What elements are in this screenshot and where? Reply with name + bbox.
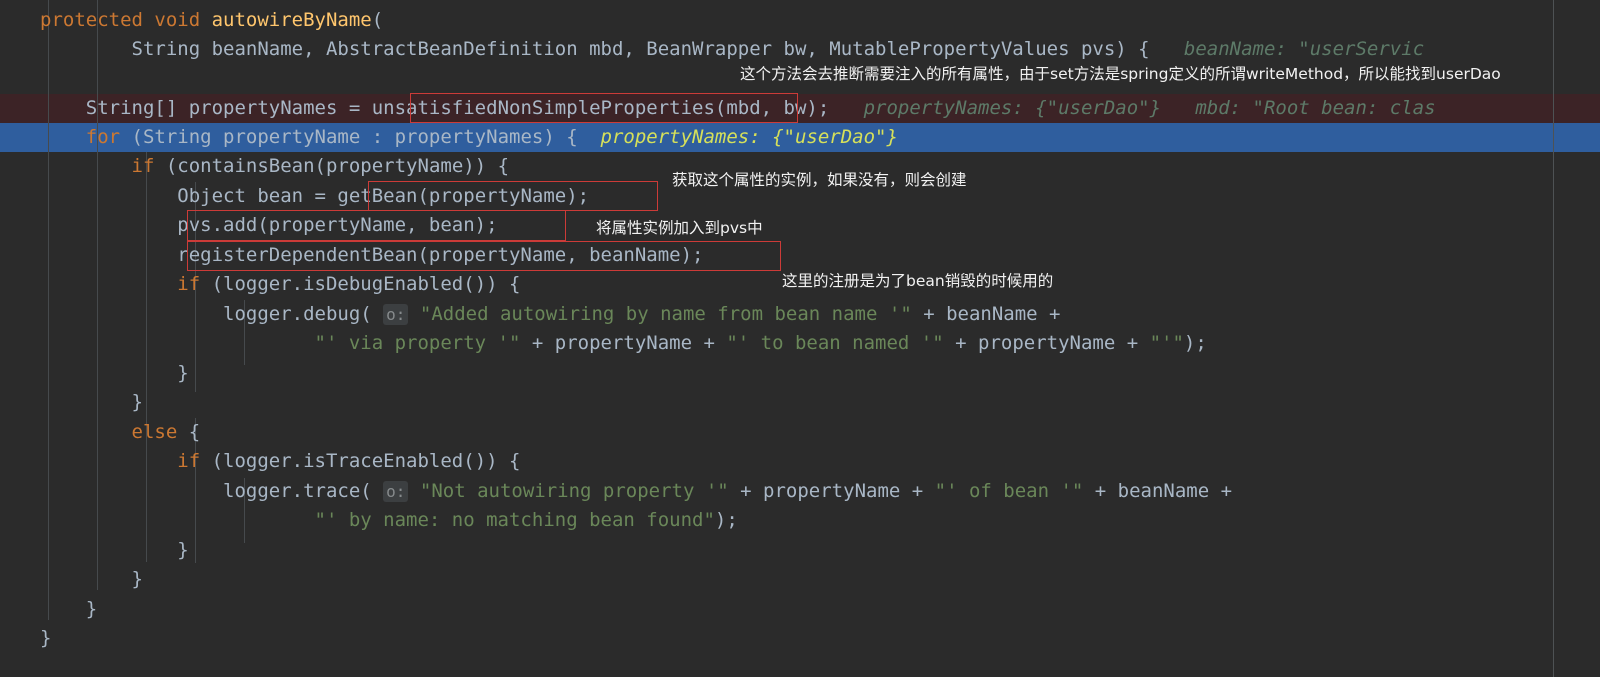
token-string: "' by name: no matching bean found" (40, 509, 715, 531)
code-line-5[interactable]: if (containsBean(propertyName)) { (40, 152, 510, 181)
token-close-brace: } (40, 627, 52, 649)
token-concat: + propertyName + (728, 480, 935, 502)
token-close-brace: } (40, 539, 189, 561)
debugger-inline-hint: propertyNames: {"userDao"} mbd: "Root be… (829, 97, 1436, 119)
code-line-19[interactable]: } (40, 565, 143, 594)
token-for-header: (String propertyName : propertyNames) { (131, 126, 578, 148)
debugger-inline-hint: beanName: "userServic (1149, 38, 1425, 60)
token-logger-trace: logger.trace( (40, 480, 384, 502)
token-condition: (logger.isDebugEnabled()) { (211, 273, 521, 295)
token-concat: + beanName + (911, 303, 1061, 325)
annotation-text-3: 将属性实例加入到pvs中 (596, 219, 763, 237)
code-line-17[interactable]: "' by name: no matching bean found"); (40, 506, 738, 535)
code-line-11[interactable]: "' via property '" + propertyName + "' t… (40, 329, 1207, 358)
token-string: "Added autowiring by name from bean name… (408, 303, 912, 325)
token-keyword-if: if (40, 155, 166, 177)
token-keyword: protected (40, 9, 143, 31)
code-line-6[interactable]: Object bean = getBean(propertyName); (40, 182, 589, 211)
token-pvs-add-call: pvs.add(propertyName, bean); (40, 214, 498, 236)
code-line-20[interactable]: } (40, 595, 97, 624)
token-keyword-if: if (40, 450, 212, 472)
token-logger-debug: logger.debug( (40, 303, 384, 325)
token-close-brace: } (40, 568, 143, 590)
token-close-brace: } (40, 362, 189, 384)
code-line-8[interactable]: registerDependentBean(propertyName, bean… (40, 241, 703, 270)
token-open-brace: { (188, 421, 201, 443)
right-margin-ruler (1553, 0, 1554, 677)
code-line-18[interactable]: } (40, 536, 189, 565)
code-line-14[interactable]: else { (40, 418, 201, 447)
token-getbean-call: getBean(propertyName); (337, 185, 590, 207)
token-string: "' to bean named '" (726, 332, 944, 354)
token-condition: (containsBean(propertyName)) { (165, 155, 510, 177)
annotation-text-1: 这个方法会去推断需要注入的所有属性，由于set方法是spring定义的所谓wri… (740, 65, 1501, 83)
code-line-3[interactable]: String[] propertyNames = unsatisfiedNonS… (40, 94, 1436, 123)
annotation-text-4: 这里的注册是为了bean销毁的时候用的 (782, 272, 1054, 290)
code-line-13[interactable]: } (40, 388, 143, 417)
token-decl: String[] propertyNames = (40, 97, 372, 119)
code-line-2[interactable]: String beanName, AbstractBeanDefinition … (40, 35, 1425, 64)
token-string: "' via property '" (40, 332, 521, 354)
code-line-16[interactable]: logger.trace( o: "Not autowiring propert… (40, 477, 1232, 506)
token-condition: (logger.isTraceEnabled()) { (211, 450, 521, 472)
code-line-1[interactable]: protected void autowireByName( (40, 6, 383, 35)
code-line-4[interactable]: for (String propertyName : propertyNames… (40, 123, 898, 152)
token-keyword-if: if (40, 273, 212, 295)
token-string: "'" (1149, 332, 1184, 354)
token-params: String beanName, AbstractBeanDefinition … (40, 38, 1150, 60)
token-decl: Object bean = (40, 185, 338, 207)
token-string: "Not autowiring property '" (408, 480, 729, 502)
code-line-10[interactable]: logger.debug( o: "Added autowiring by na… (40, 300, 1060, 329)
token-register-dependent-bean-call: registerDependentBean(propertyName, bean… (40, 244, 704, 266)
token-concat: + propertyName + (520, 332, 727, 354)
token-method-name: autowireByName (211, 9, 372, 31)
annotation-text-2: 获取这个属性的实例，如果没有，则会创建 (672, 171, 967, 189)
token-punct: ); (1183, 332, 1207, 354)
code-line-15[interactable]: if (logger.isTraceEnabled()) { (40, 447, 520, 476)
token-call-unsatisfied: unsatisfiedNonSimpleProperties (371, 97, 715, 119)
code-editor-pane[interactable]: protected void autowireByName( String be… (0, 0, 1600, 677)
token-close-brace: } (40, 391, 143, 413)
code-line-9[interactable]: if (logger.isDebugEnabled()) { (40, 270, 520, 299)
debugger-inline-hint: propertyNames: {"userDao"} (577, 126, 898, 148)
token-concat: + beanName + (1083, 480, 1233, 502)
parameter-hint-badge: o: (383, 481, 409, 502)
token-args: (mbd, bw); (714, 97, 830, 119)
token-keyword-for: for (40, 126, 132, 148)
token-string: "' of bean '" (934, 480, 1084, 502)
code-line-7[interactable]: pvs.add(propertyName, bean); (40, 211, 498, 240)
token-punct: ); (714, 509, 738, 531)
parameter-hint-badge: o: (383, 304, 409, 325)
token-keyword: void (142, 9, 212, 31)
token-concat: + propertyName + (943, 332, 1150, 354)
token-keyword-else: else (40, 421, 189, 443)
token-punct: ( (371, 9, 384, 31)
code-line-12[interactable]: } (40, 359, 189, 388)
token-close-brace: } (40, 598, 98, 620)
code-line-21[interactable]: } (40, 624, 51, 653)
